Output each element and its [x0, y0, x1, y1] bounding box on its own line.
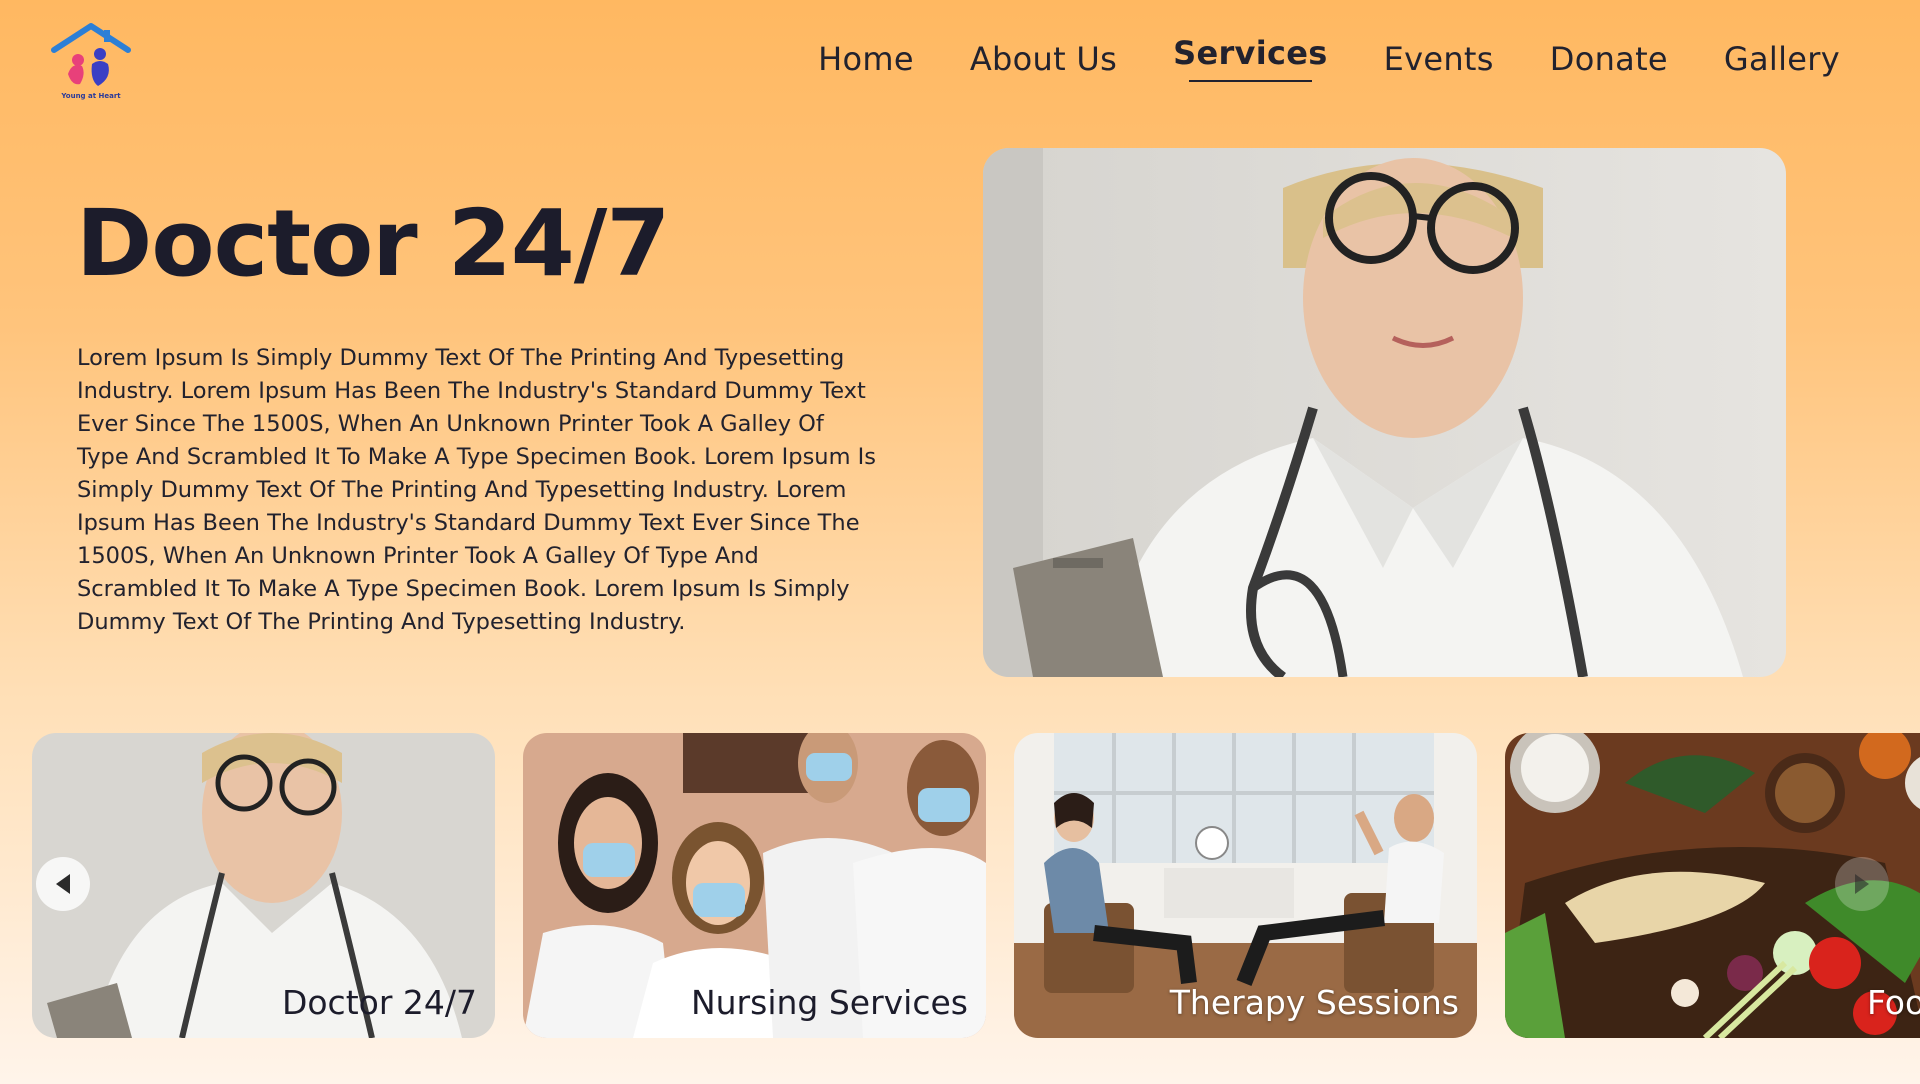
arrow-left-icon [56, 874, 70, 894]
service-card-doctor[interactable]: Doctor 24/7 [32, 733, 495, 1038]
svg-text:Young at Heart: Young at Heart [60, 92, 121, 100]
nav-about-us[interactable]: About Us [970, 40, 1117, 78]
carousel-prev-button[interactable] [36, 857, 90, 911]
carousel-next-button[interactable] [1835, 857, 1889, 911]
card-label: Foo [1867, 983, 1920, 1022]
hero-description: Lorem Ipsum Is Simply Dummy Text Of The … [77, 345, 876, 635]
services-carousel: Doctor 24/7 Nursing Services Therapy Ses… [32, 733, 1920, 1038]
hero-doctor-image [983, 148, 1786, 677]
service-card-therapy[interactable]: Therapy Sessions [1014, 733, 1477, 1038]
nav-home[interactable]: Home [818, 40, 914, 78]
main-nav: Home About Us Services Events Donate Gal… [818, 34, 1840, 82]
card-label: Nursing Services [690, 983, 968, 1022]
card-label: Therapy Sessions [1169, 983, 1459, 1022]
logo[interactable]: Young at Heart [50, 22, 132, 102]
page-title: Doctor 24/7 [76, 190, 670, 297]
nav-events[interactable]: Events [1384, 40, 1494, 78]
card-label: Doctor 24/7 [281, 983, 477, 1022]
nav-donate[interactable]: Donate [1550, 40, 1668, 78]
arrow-right-icon [1855, 874, 1869, 894]
service-card-nursing[interactable]: Nursing Services [523, 733, 986, 1038]
nav-services[interactable]: Services [1173, 34, 1327, 82]
nav-gallery[interactable]: Gallery [1724, 40, 1840, 78]
